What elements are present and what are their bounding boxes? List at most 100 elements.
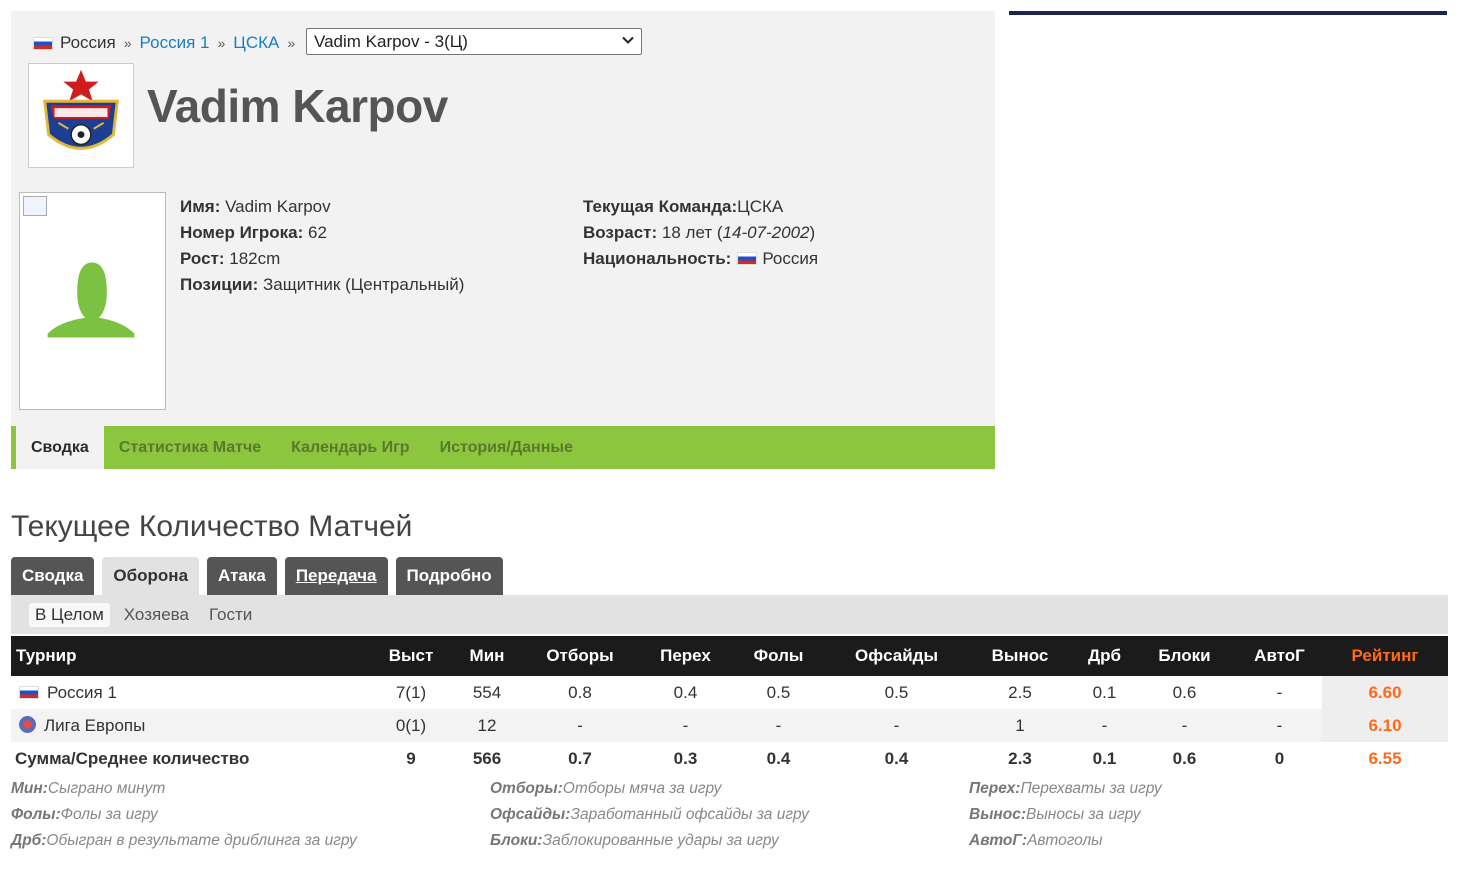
player-select-dropdown[interactable]: Vadim Karpov - 3(Ц) (306, 28, 642, 55)
info-row-number: Номер Игрока: 62 (180, 220, 464, 246)
tab-label: Атака (218, 566, 266, 585)
info-value: ) (809, 223, 816, 242)
tab-label: Передача (295, 566, 377, 585)
info-value: Россия (762, 249, 819, 268)
tab-defense[interactable]: Оборона (102, 557, 200, 595)
info-label: Позиции: (180, 275, 259, 294)
table-cell: 0 (1237, 742, 1322, 775)
club-logo-icon (43, 69, 119, 150)
player-info-left: Имя: Vadim Karpov Номер Игрока: 62 Рост:… (180, 194, 464, 298)
tab-detailed[interactable]: Подробно (395, 557, 503, 595)
venue-filter-bar: В Целом Хозяева Гости (11, 595, 1448, 634)
table-cell: - (1237, 709, 1322, 742)
legend-item: АвтоГ:Автоголы (969, 828, 1162, 854)
header-dribbled-past[interactable]: Дрб (1077, 636, 1132, 676)
header-interceptions[interactable]: Перех (644, 636, 727, 676)
legend-column: Отборы:Отборы мяча за игру Офсайды:Зараб… (490, 776, 809, 854)
info-value: 182cm (229, 249, 281, 268)
player-photo (19, 192, 166, 410)
tournament-name[interactable]: Россия 1 (47, 683, 117, 702)
breadcrumb-separator: » (217, 35, 226, 51)
player-profile-card: Россия » Россия 1 » ЦСКА » Vadim Karpov … (11, 11, 995, 469)
table-cell: 554 (458, 676, 516, 709)
table-cell: 0.3 (644, 742, 727, 775)
legend-key: Блоки: (490, 832, 543, 849)
table-cell: - (727, 709, 830, 742)
info-row-positions: Позиции: Защитник (Центральный) (180, 272, 464, 298)
total-label: Сумма/Среднее количество (11, 742, 364, 775)
breadcrumb: Россия » Россия 1 » ЦСКА » (33, 31, 303, 55)
table-cell: 9 (364, 742, 458, 775)
header-tournament[interactable]: Турнир (11, 636, 364, 676)
header-mins[interactable]: Мин (458, 636, 516, 676)
header-apps[interactable]: Выст (364, 636, 458, 676)
filter-overall[interactable]: В Целом (29, 602, 110, 627)
header-clearances[interactable]: Вынос (963, 636, 1077, 676)
header-tackles[interactable]: Отборы (516, 636, 644, 676)
avatar-placeholder-icon (47, 262, 135, 338)
legend-column: Перех:Перехваты за игру Вынос:Выносы за … (969, 776, 1162, 854)
table-cell: 0.5 (727, 676, 830, 709)
tab-label: Оборона (113, 566, 189, 585)
nav-tab-summary[interactable]: Сводка (16, 426, 104, 469)
legend-item: Отборы:Отборы мяча за игру (490, 776, 809, 802)
rating-cell: 6.60 (1322, 676, 1448, 709)
tournament-cell[interactable]: Лига Европы (11, 709, 364, 742)
club-logo[interactable] (28, 63, 134, 168)
table-cell: 2.3 (963, 742, 1077, 775)
header-own-goals[interactable]: АвтоГ (1237, 636, 1322, 676)
current-team-link[interactable]: ЦСКА (737, 197, 783, 216)
legend-text: Выносы за игру (1026, 806, 1141, 823)
header-fouls[interactable]: Фолы (727, 636, 830, 676)
legend-column: Мин:Сыграно минут Фолы:Фолы за игру Дрб:… (11, 776, 357, 854)
legend-key: Офсайды: (490, 806, 571, 823)
table-cell: - (644, 709, 727, 742)
info-value: 18 лет ( (661, 223, 723, 242)
breadcrumb-team-link[interactable]: ЦСКА (233, 33, 279, 53)
table-cell: 566 (458, 742, 516, 775)
nav-tab-history[interactable]: История/Данные (425, 426, 588, 469)
table-cell: - (1077, 709, 1132, 742)
table-cell: 12 (458, 709, 516, 742)
breadcrumb-country: Россия (60, 33, 116, 52)
info-label: Национальность: (583, 249, 732, 268)
info-dob: 14-07-2002 (722, 223, 810, 242)
table-cell: 0.8 (516, 676, 644, 709)
breadcrumb-separator: » (123, 35, 132, 51)
nav-tab-fixtures[interactable]: Календарь Игр (276, 426, 424, 469)
rating-cell: 6.55 (1322, 742, 1448, 775)
player-select-value: Vadim Karpov - 3(Ц) (314, 31, 468, 51)
legend-text: Фолы за игру (60, 806, 158, 823)
nav-tab-match-stats[interactable]: Статистика Матче (104, 426, 276, 469)
tournament-cell[interactable]: Россия 1 (11, 676, 364, 709)
tab-passing[interactable]: Передача (284, 557, 388, 595)
player-info-right: Текущая Команда:ЦСКА Возраст: 18 лет (14… (583, 194, 818, 272)
header-blocks[interactable]: Блоки (1132, 636, 1237, 676)
tab-attack[interactable]: Атака (207, 557, 277, 595)
table-cell: 0.1 (1077, 676, 1132, 709)
info-row-name: Имя: Vadim Karpov (180, 194, 464, 220)
legend-text: Заработанный офсайды за игру (570, 806, 809, 823)
legend-key: Фолы: (11, 806, 61, 823)
legend-key: Отборы: (490, 780, 563, 797)
stat-category-tabs: Сводка Оборона Атака Передача Подробно (11, 557, 503, 595)
legend-item: Дрб:Обыгран в результате дриблинга за иг… (11, 828, 357, 854)
filter-away[interactable]: Гости (203, 603, 258, 627)
legend-item: Вынос:Выносы за игру (969, 802, 1162, 828)
info-label: Номер Игрока: (180, 223, 304, 242)
defense-stats-table: Турнир Выст Мин Отборы Перех Фолы Офсайд… (11, 636, 1448, 775)
info-row-age: Возраст: 18 лет (14-07-2002) (583, 220, 818, 246)
tournament-name[interactable]: Лига Европы (44, 716, 145, 735)
table-cell: - (1237, 676, 1322, 709)
header-offsides-won[interactable]: Офсайды (830, 636, 963, 676)
table-row: Россия 1 7(1) 554 0.8 0.4 0.5 0.5 2.5 0.… (11, 676, 1448, 709)
filter-home[interactable]: Хозяева (118, 603, 195, 627)
legend-text: Отборы мяча за игру (562, 780, 722, 797)
legend-key: Дрб: (11, 832, 47, 849)
header-rating[interactable]: Рейтинг (1322, 636, 1448, 676)
legend-key: Мин: (11, 780, 48, 797)
breadcrumb-league-link[interactable]: Россия 1 (140, 33, 210, 53)
tab-summary[interactable]: Сводка (11, 557, 95, 595)
info-label: Имя: (180, 197, 221, 216)
table-header-row: Турнир Выст Мин Отборы Перех Фолы Офсайд… (11, 636, 1448, 676)
